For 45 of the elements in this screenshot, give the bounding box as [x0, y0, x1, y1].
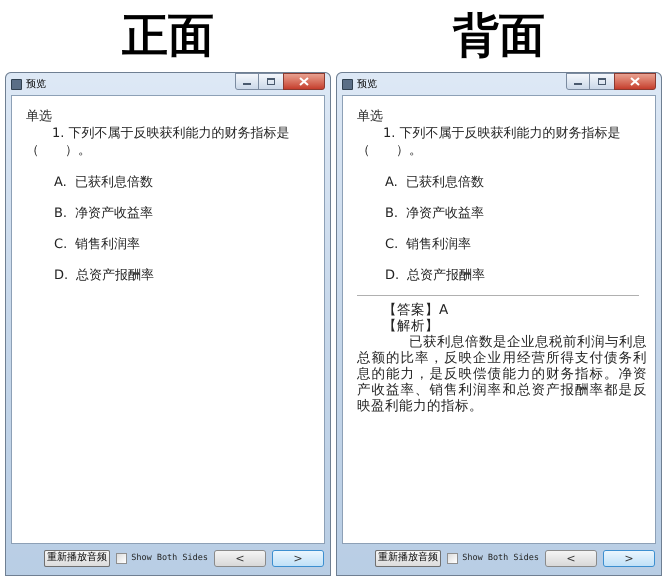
question-type: 单选	[26, 108, 53, 125]
next-button[interactable]: >	[272, 550, 324, 566]
option-letter: B.	[54, 205, 68, 223]
option-text: 总资产报酬率	[407, 267, 486, 285]
option-text: 总资产报酬率	[76, 267, 154, 285]
question-text: 1. 下列不属于反映获利能力的财务指标是（ ）。	[357, 125, 622, 159]
replay-button[interactable]: 重新播放音频	[375, 550, 442, 566]
analysis-text: 已获利息倍数是企业息税前利润与利息总额的比率，反映企业用经营所得支付债务利息的能力，是反映偿债能力的财务指标。净资产收益率、销售利润率和总资产报酬率都是反映盈利能力的指标。	[357, 334, 647, 414]
checkbox[interactable]	[116, 552, 128, 564]
close-icon[interactable]	[283, 73, 325, 90]
checkbox-label: Show Both Sides	[131, 552, 208, 564]
checkbox[interactable]	[447, 552, 458, 564]
option-text: 销售利润率	[75, 236, 140, 254]
previous-button[interactable]: <	[214, 550, 266, 566]
question-text: 1. 下列不属于反映获利能力的财务指标是（ ）。	[26, 125, 291, 159]
option-letter: A.	[54, 174, 67, 192]
close-icon[interactable]	[614, 73, 656, 90]
maximize-icon[interactable]	[590, 73, 614, 90]
answer-text: 【答案】A	[382, 302, 450, 318]
previous-button[interactable]: <	[545, 550, 597, 566]
next-button[interactable]: >	[603, 550, 655, 566]
option-letter: C.	[385, 236, 398, 254]
window-title: 预览	[357, 78, 377, 92]
minimize-icon[interactable]	[235, 73, 259, 90]
option-text: 净资产收益率	[75, 205, 154, 223]
option-text: 销售利润率	[406, 236, 472, 254]
option-text: 净资产收益率	[406, 205, 484, 223]
replay-button[interactable]: 重新播放音频	[44, 550, 110, 566]
option-letter: D.	[54, 267, 68, 285]
window-title: 预览	[26, 78, 46, 92]
question-type: 单选	[357, 108, 384, 125]
option-letter: B.	[385, 205, 398, 223]
maximize-icon[interactable]	[259, 73, 283, 90]
panel-heading: 背面	[452, 9, 546, 63]
option-text: 已获利息倍数	[406, 174, 484, 192]
option-letter: D.	[385, 267, 400, 285]
analysis-label: 【解析】	[382, 318, 440, 334]
app-icon	[11, 78, 22, 90]
minimize-icon[interactable]	[566, 73, 590, 90]
checkbox-label: Show Both Sides	[462, 552, 539, 564]
option-letter: C.	[54, 236, 68, 254]
app-icon	[342, 78, 353, 90]
panel-heading: 正面	[121, 9, 215, 63]
option-text: 已获利息倍数	[74, 174, 153, 192]
option-letter: A.	[385, 174, 398, 192]
